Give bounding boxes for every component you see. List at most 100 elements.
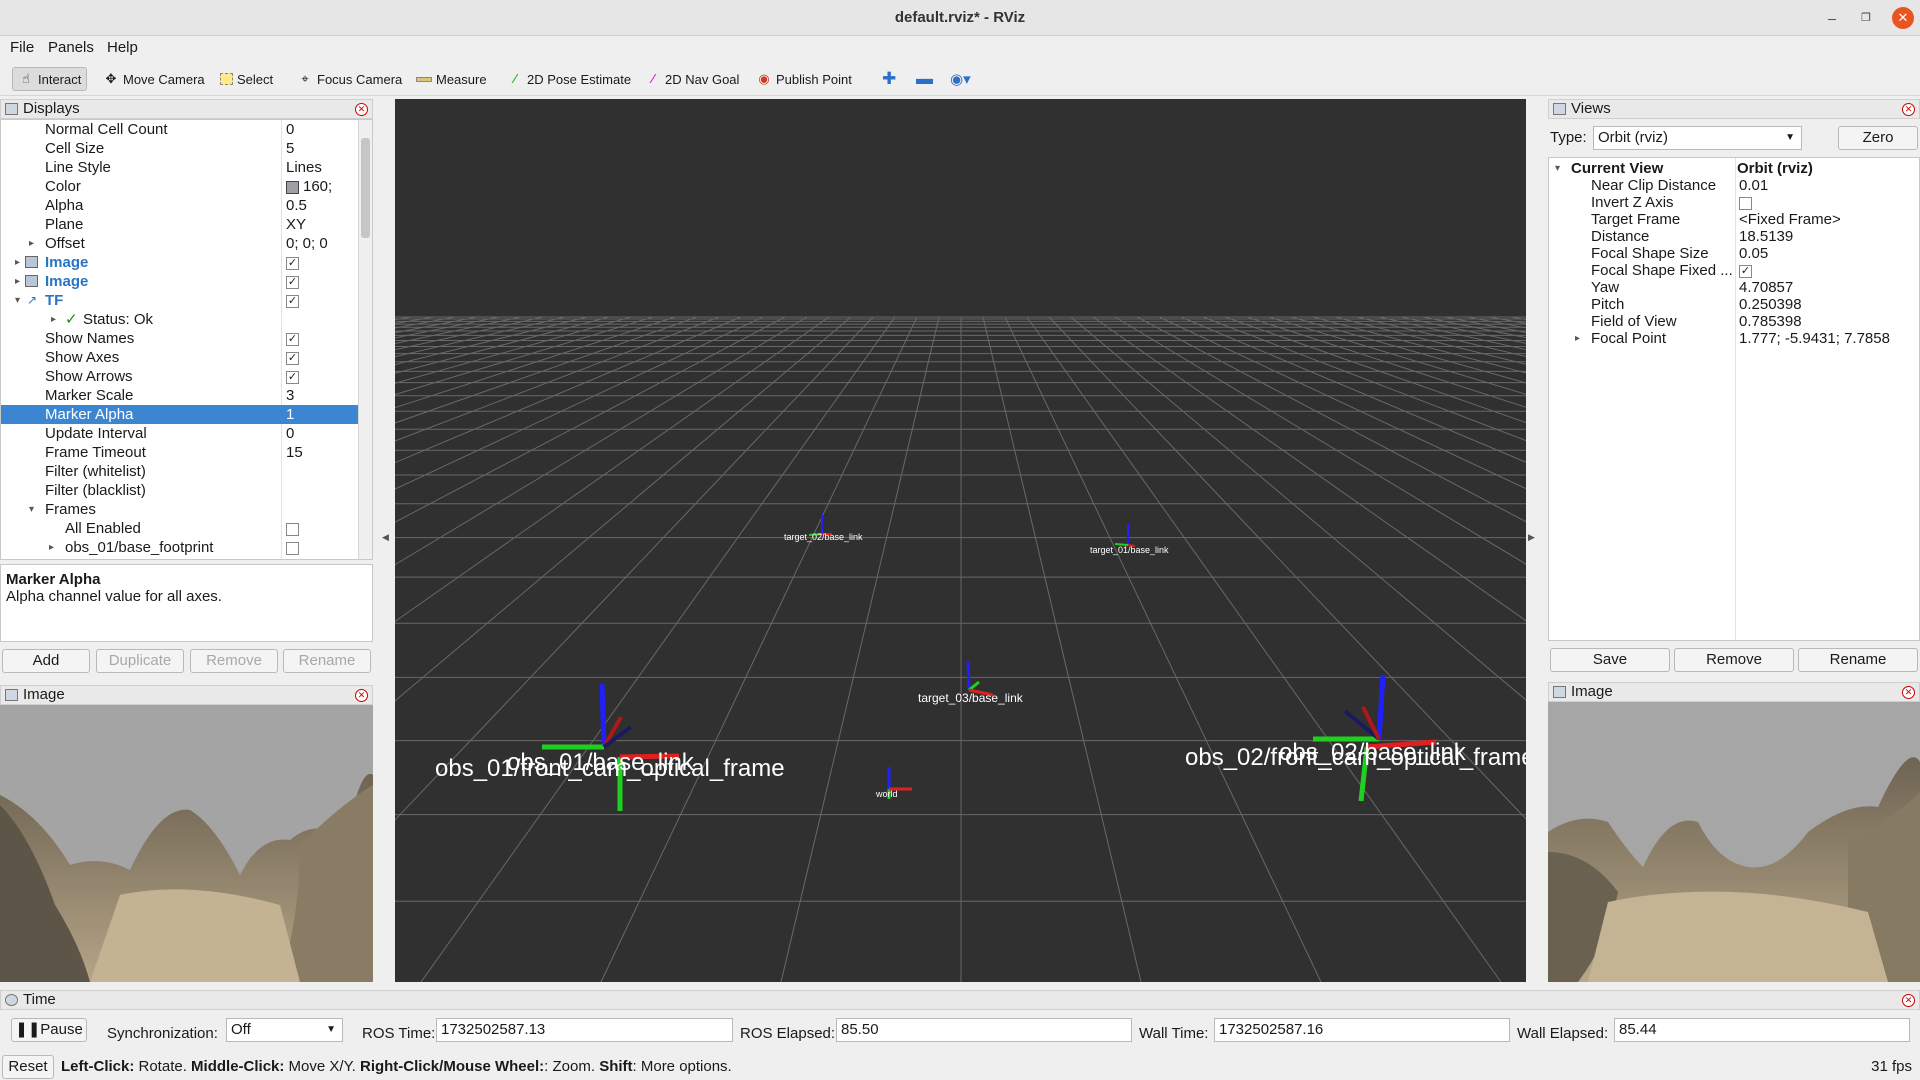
view-property-row[interactable]: Field of View 0.785398 — [1549, 313, 1919, 330]
close-panel-icon[interactable]: ✕ — [355, 103, 368, 116]
property-value[interactable]: 0.250398 — [1739, 296, 1802, 313]
checkbox[interactable]: ✓ — [286, 256, 299, 270]
rename-display-button[interactable]: Rename — [283, 649, 371, 673]
view-property-row[interactable]: Invert Z Axis — [1549, 194, 1919, 211]
property-value[interactable]: 3 — [286, 386, 294, 405]
display-property-row[interactable]: ▸ Offset 0; 0; 0 — [1, 234, 358, 253]
duplicate-button[interactable]: Duplicate — [96, 649, 184, 673]
menu-panels[interactable]: Panels — [48, 39, 94, 56]
minimize-icon[interactable]: – — [1822, 8, 1842, 28]
publish-point-button[interactable]: ◉ Publish Point — [751, 67, 857, 91]
expand-right-icon[interactable]: ▸ — [51, 310, 56, 329]
display-property-row[interactable]: Plane XY — [1, 215, 358, 234]
ros-time-field[interactable]: 1732502587.13 — [436, 1018, 733, 1042]
scrollbar-thumb[interactable] — [361, 138, 370, 238]
zero-button[interactable]: Zero — [1838, 126, 1918, 150]
display-property-row[interactable]: Alpha 0.5 — [1, 196, 358, 215]
display-property-row[interactable]: ▾ Frames — [1, 500, 358, 519]
measure-button[interactable]: Measure — [411, 67, 492, 91]
close-panel-icon[interactable]: ✕ — [1902, 994, 1915, 1007]
menu-file[interactable]: File — [10, 39, 34, 56]
view-property-row[interactable]: Pitch 0.250398 — [1549, 296, 1919, 313]
property-value[interactable]: 1.777; -5.9431; 7.7858 — [1739, 330, 1890, 347]
checkbox[interactable] — [1739, 196, 1752, 210]
move-camera-button[interactable]: ✥ Move Camera — [98, 67, 210, 91]
current-view-row[interactable]: ▾ Current View Orbit (rviz) — [1549, 160, 1919, 177]
property-value[interactable]: 1 — [286, 405, 294, 424]
wall-time-field[interactable]: 1732502587.16 — [1214, 1018, 1510, 1042]
expand-down-icon[interactable]: ▾ — [1555, 160, 1560, 177]
display-property-row[interactable]: All Enabled — [1, 519, 358, 538]
add-display-button[interactable]: Add — [2, 649, 90, 673]
collapse-left-icon[interactable]: ◀ — [382, 532, 389, 543]
property-value[interactable]: 0.01 — [1739, 177, 1768, 194]
view-property-row[interactable]: Yaw 4.70857 — [1549, 279, 1919, 296]
add-tool-icon[interactable]: ✚ — [877, 67, 901, 91]
close-icon[interactable]: ✕ — [1892, 7, 1914, 29]
view-property-row[interactable]: Near Clip Distance 0.01 — [1549, 177, 1919, 194]
display-property-row[interactable]: Marker Scale 3 — [1, 386, 358, 405]
displays-scrollbar[interactable] — [358, 120, 372, 559]
pose-estimate-button[interactable]: ∕ 2D Pose Estimate — [502, 67, 636, 91]
expand-right-icon[interactable]: ▸ — [49, 538, 54, 557]
reset-button[interactable]: Reset — [2, 1055, 54, 1079]
display-property-row[interactable]: Color 160; — [1, 177, 358, 196]
display-property-row[interactable]: Cell Size 5 — [1, 139, 358, 158]
expand-right-icon[interactable]: ▸ — [29, 234, 34, 253]
property-value[interactable]: ✓ — [1739, 262, 1752, 279]
close-panel-icon[interactable]: ✕ — [1902, 686, 1915, 699]
remove-display-button[interactable]: Remove — [190, 649, 278, 673]
property-value[interactable]: 0.785398 — [1739, 313, 1802, 330]
property-value[interactable]: ✓ — [286, 367, 299, 386]
display-property-row[interactable]: Line Style Lines — [1, 158, 358, 177]
wall-elapsed-field[interactable]: 85.44 — [1614, 1018, 1910, 1042]
property-value[interactable]: <Fixed Frame> — [1739, 211, 1841, 228]
nav-goal-button[interactable]: ∕ 2D Nav Goal — [640, 67, 744, 91]
property-value[interactable] — [1739, 194, 1752, 211]
display-property-row[interactable]: Frame Timeout 15 — [1, 443, 358, 462]
view-property-row[interactable]: Target Frame <Fixed Frame> — [1549, 211, 1919, 228]
display-property-row[interactable]: Show Arrows ✓ — [1, 367, 358, 386]
property-value[interactable]: 0.05 — [1739, 245, 1768, 262]
eye-dropdown-icon[interactable]: ◉▾ — [945, 67, 976, 91]
display-property-row[interactable]: ▾ ↗ TF ✓ — [1, 291, 358, 310]
checkbox[interactable]: ✓ — [1739, 264, 1752, 278]
property-value[interactable]: 0 — [286, 120, 294, 139]
display-property-row[interactable]: Normal Cell Count 0 — [1, 120, 358, 139]
property-value[interactable]: 0 — [286, 424, 294, 443]
save-view-button[interactable]: Save — [1550, 648, 1670, 672]
remove-view-button[interactable]: Remove — [1674, 648, 1794, 672]
display-property-row[interactable]: ▸ Image ✓ — [1, 253, 358, 272]
checkbox[interactable]: ✓ — [286, 332, 299, 346]
property-value[interactable]: 15 — [286, 443, 303, 462]
select-button[interactable]: Select — [215, 67, 278, 91]
property-value[interactable]: ✓ — [286, 291, 299, 310]
pause-button[interactable]: ❚❚Pause — [11, 1018, 87, 1042]
remove-tool-icon[interactable]: ▬ — [911, 67, 938, 91]
interact-button[interactable]: ☝ Interact — [12, 67, 88, 91]
display-property-row[interactable]: Update Interval 0 — [1, 424, 358, 443]
display-property-row[interactable]: ▸ obs_01/base_footprint — [1, 538, 358, 557]
property-value[interactable]: ✓ — [286, 348, 299, 367]
expand-right-icon[interactable]: ▸ — [1575, 330, 1580, 347]
property-value[interactable]: XY — [286, 215, 306, 234]
property-value[interactable]: 160; — [286, 177, 332, 196]
property-value[interactable]: 0.5 — [286, 196, 307, 215]
display-property-row[interactable]: ▸ Image ✓ — [1, 272, 358, 291]
property-value[interactable]: ✓ — [286, 329, 299, 348]
expand-down-icon[interactable]: ▾ — [29, 500, 34, 519]
sync-select[interactable]: Off ▼ — [226, 1018, 343, 1042]
display-property-row[interactable]: ▸ ✓ Status: Ok — [1, 310, 358, 329]
expand-down-icon[interactable]: ▾ — [15, 291, 20, 310]
property-value[interactable]: 4.70857 — [1739, 279, 1793, 296]
ros-elapsed-field[interactable]: 85.50 — [836, 1018, 1132, 1042]
display-property-row[interactable]: Show Names ✓ — [1, 329, 358, 348]
property-value[interactable] — [286, 538, 299, 557]
property-value[interactable]: 0; 0; 0 — [286, 234, 328, 253]
display-property-row[interactable]: Filter (blacklist) — [1, 481, 358, 500]
checkbox[interactable] — [286, 522, 299, 536]
view-property-row[interactable]: Distance 18.5139 — [1549, 228, 1919, 245]
maximize-icon[interactable]: ❐ — [1856, 8, 1876, 28]
property-value[interactable]: ✓ — [286, 253, 299, 272]
menu-help[interactable]: Help — [107, 39, 138, 56]
